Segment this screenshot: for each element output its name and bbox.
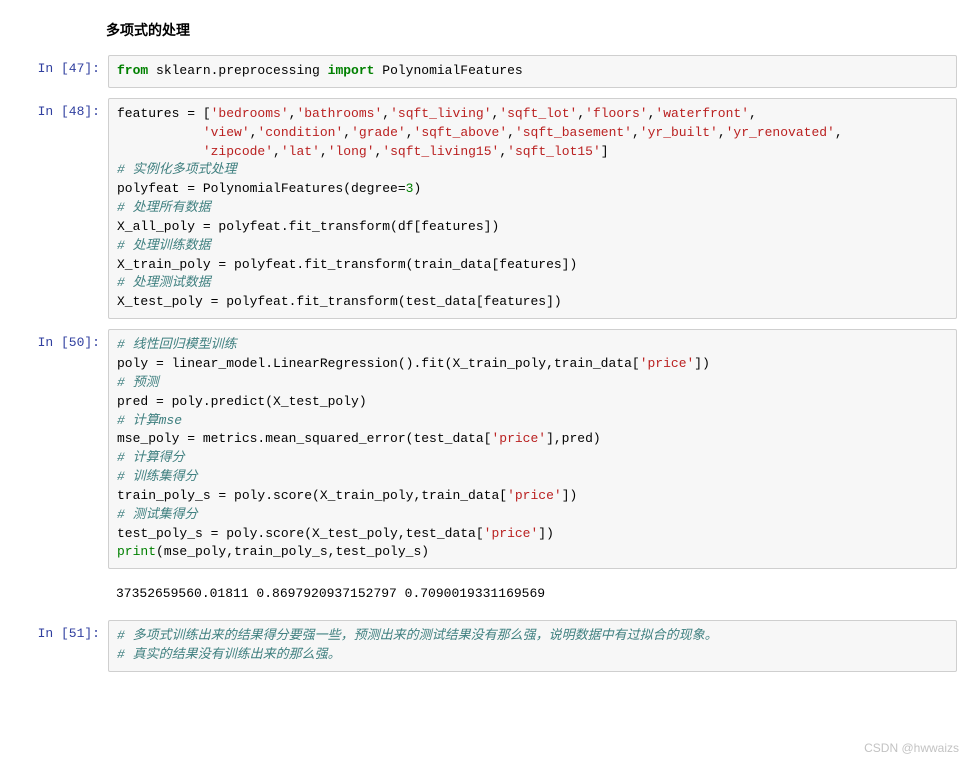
code-output: 37352659560.01811 0.8697920937152797 0.7… bbox=[108, 579, 957, 610]
code-input[interactable]: # 多项式训练出来的结果得分要强一些，预测出来的测试结果没有那么强，说明数据中有… bbox=[108, 620, 957, 672]
code-cell-50: In [50]: # 线性回归模型训练 poly = linear_model.… bbox=[0, 329, 969, 569]
code-cell-47: In [47]: from sklearn.preprocessing impo… bbox=[0, 55, 969, 88]
code-input[interactable]: # 线性回归模型训练 poly = linear_model.LinearReg… bbox=[108, 329, 957, 569]
prompt-label: In [47]: bbox=[0, 55, 108, 88]
prompt-empty: . bbox=[0, 579, 108, 610]
output-cell-50: . 37352659560.01811 0.8697920937152797 0… bbox=[0, 579, 969, 610]
section-heading: 多项式的处理 bbox=[0, 0, 969, 55]
notebook: 多项式的处理 In [47]: from sklearn.preprocessi… bbox=[0, 0, 969, 672]
code-input[interactable]: features = ['bedrooms','bathrooms','sqft… bbox=[108, 98, 957, 319]
code-cell-48: In [48]: features = ['bedrooms','bathroo… bbox=[0, 98, 969, 319]
code-cell-51: In [51]: # 多项式训练出来的结果得分要强一些，预测出来的测试结果没有那… bbox=[0, 620, 969, 672]
prompt-label: In [48]: bbox=[0, 98, 108, 319]
prompt-label: In [50]: bbox=[0, 329, 108, 569]
code-input[interactable]: from sklearn.preprocessing import Polyno… bbox=[108, 55, 957, 88]
prompt-label: In [51]: bbox=[0, 620, 108, 672]
watermark-text: CSDN @hwwaizs bbox=[864, 741, 959, 755]
